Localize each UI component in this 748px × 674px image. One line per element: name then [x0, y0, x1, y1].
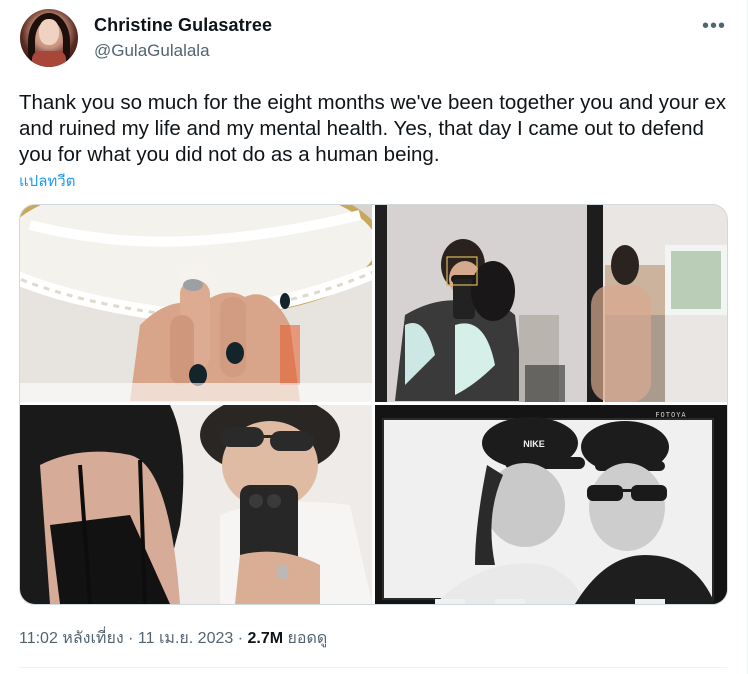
photo-4-illustration: NIKE FOTOYA	[375, 405, 727, 604]
photo-2[interactable]	[375, 205, 727, 402]
photo-4[interactable]: NIKE FOTOYA	[375, 405, 727, 604]
photobooth-frame-text: FOTOYA	[655, 411, 686, 419]
author-name[interactable]: Christine Gulasatree	[94, 15, 272, 36]
divider	[19, 667, 727, 668]
avatar[interactable]	[20, 9, 78, 67]
tweet-text: Thank you so much for the eight months w…	[19, 91, 727, 166]
views-label: ยอดดู	[283, 630, 328, 647]
meta-separator: ·	[233, 630, 248, 647]
tweet-time[interactable]: 11:02 หลังเที่ยง	[19, 630, 124, 647]
photo-3-illustration	[20, 405, 372, 604]
photo-2-illustration	[375, 205, 727, 402]
tweet-meta: 11:02 หลังเที่ยง · 11 เม.ย. 2023 · 2.7M …	[19, 626, 327, 651]
tweet-date[interactable]: 11 เม.ย. 2023	[138, 630, 233, 647]
photo-1-illustration	[20, 205, 372, 402]
tweet-card: Christine Gulasatree @GulaGulalala ••• T…	[0, 0, 748, 674]
avatar-face	[39, 19, 59, 45]
photo-3[interactable]	[20, 405, 372, 604]
translate-link[interactable]: แปลทวีต	[19, 169, 75, 193]
photo-1[interactable]	[20, 205, 372, 402]
cap-logo-text: NIKE	[523, 439, 545, 449]
meta-separator: ·	[123, 630, 138, 647]
avatar-clothing	[32, 51, 66, 67]
views-count[interactable]: 2.7M	[247, 630, 283, 647]
author-handle[interactable]: @GulaGulalala	[94, 41, 210, 61]
media-grid: NIKE FOTOYA	[19, 204, 728, 605]
more-options-icon[interactable]: •••	[698, 10, 730, 42]
